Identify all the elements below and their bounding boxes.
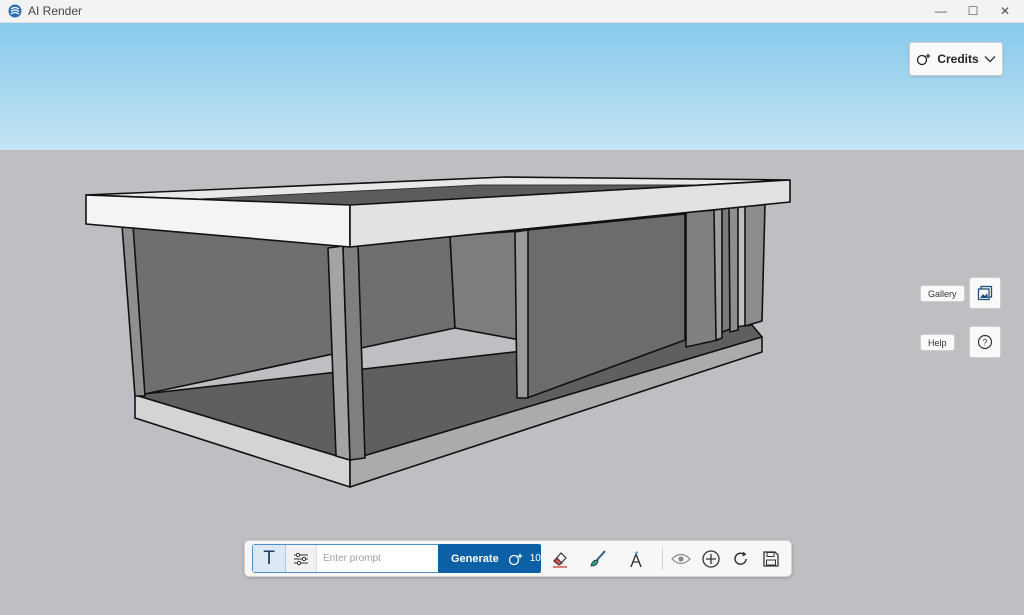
eye-icon bbox=[671, 553, 691, 564]
minimize-button[interactable]: — bbox=[924, 0, 958, 22]
eraser-button[interactable] bbox=[547, 544, 573, 573]
settings-button[interactable] bbox=[286, 545, 317, 572]
app-icon bbox=[8, 4, 22, 18]
brush-button[interactable] bbox=[585, 544, 611, 573]
brush-icon bbox=[590, 549, 606, 566]
help-button[interactable]: ? bbox=[969, 326, 1001, 358]
window-title: AI Render bbox=[28, 4, 83, 18]
generate-button[interactable]: Generate 10 bbox=[438, 544, 541, 573]
credits-label: Credits bbox=[937, 52, 979, 66]
sliders-icon bbox=[294, 552, 308, 565]
save-icon bbox=[763, 550, 779, 567]
gallery-button[interactable] bbox=[969, 277, 1001, 309]
redo-button[interactable] bbox=[728, 544, 754, 573]
credits-dropdown[interactable]: Credits bbox=[909, 42, 1003, 76]
toolbar-divider bbox=[662, 547, 663, 570]
preview-button[interactable] bbox=[668, 544, 694, 573]
eraser-icon bbox=[553, 551, 567, 568]
text-mode-icon: T bbox=[263, 547, 275, 569]
save-button[interactable] bbox=[758, 544, 784, 573]
credits-coin-icon bbox=[508, 552, 523, 565]
style-icon bbox=[630, 550, 642, 567]
gallery-label[interactable]: Gallery bbox=[920, 285, 965, 302]
bottom-toolbar: T Generate 10 bbox=[244, 540, 792, 577]
render-viewport[interactable]: Credits Gallery Help ? bbox=[0, 23, 1024, 615]
chevron-down-icon bbox=[984, 56, 996, 63]
building-model bbox=[85, 176, 791, 488]
style-button[interactable] bbox=[623, 544, 649, 573]
redo-icon bbox=[734, 551, 747, 565]
close-button[interactable]: ✕ bbox=[988, 0, 1022, 22]
prompt-input[interactable] bbox=[323, 545, 438, 572]
title-bar: AI Render — ☐ ✕ bbox=[0, 0, 1024, 23]
add-button[interactable] bbox=[698, 544, 724, 573]
generate-label: Generate bbox=[451, 552, 499, 565]
gallery-icon bbox=[977, 285, 993, 301]
help-label[interactable]: Help bbox=[920, 334, 955, 351]
svg-text:?: ? bbox=[982, 338, 987, 348]
credits-coin-icon bbox=[917, 53, 932, 66]
help-icon: ? bbox=[977, 334, 993, 350]
prompt-group: T Generate 10 bbox=[252, 544, 541, 573]
add-icon bbox=[702, 549, 720, 568]
maximize-button[interactable]: ☐ bbox=[956, 0, 990, 22]
generate-cost: 10 bbox=[529, 553, 541, 564]
text-mode-button[interactable]: T bbox=[253, 545, 286, 572]
